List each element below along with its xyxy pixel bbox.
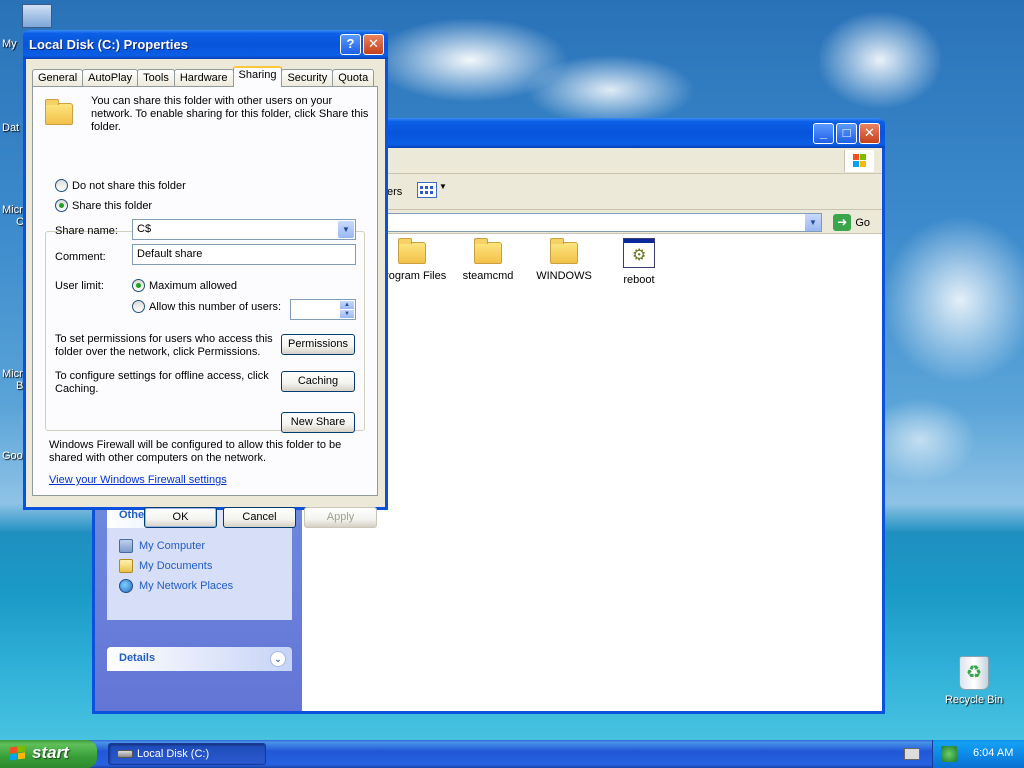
cancel-button[interactable]: Cancel <box>223 507 296 528</box>
details-header[interactable]: Details ⌄ <box>107 647 292 671</box>
tab-hardware[interactable]: Hardware <box>173 69 234 87</box>
minimize-button[interactable]: _ <box>813 123 834 144</box>
help-button[interactable]: ? <box>340 34 361 55</box>
permissions-description: To set permissions for users who access … <box>55 333 273 358</box>
dialog-close-button[interactable]: ✕ <box>363 34 384 55</box>
keyboard-icon[interactable] <box>904 748 920 760</box>
share-name-label: Share name: <box>55 225 118 237</box>
file-item[interactable]: reboot <box>599 238 679 286</box>
properties-dialog: Local Disk (C:) Properties ? ✕ General A… <box>23 30 388 528</box>
caching-description: To configure settings for offline access… <box>55 370 269 395</box>
desktop-icon-label[interactable]: Micr <box>2 368 23 380</box>
views-button[interactable]: ▼ <box>417 182 447 202</box>
task-link-my-computer[interactable]: My Computer <box>107 534 292 554</box>
radio-button-selected[interactable] <box>132 279 145 292</box>
user-count-stepper[interactable]: ▲ ▼ <box>290 299 356 320</box>
folder-icon <box>398 238 426 264</box>
close-button[interactable]: ✕ <box>859 123 880 144</box>
windows-flag-icon <box>10 746 17 754</box>
recycle-bin-label: Recycle Bin <box>944 694 1004 706</box>
start-button[interactable]: start <box>0 740 97 768</box>
tab-quota[interactable]: Quota <box>332 69 375 87</box>
go-label: Go <box>855 216 870 229</box>
permissions-button[interactable]: Permissions <box>281 334 355 355</box>
tab-autoplay[interactable]: AutoPlay <box>82 69 139 87</box>
sharing-panel: You can share this folder with other use… <box>32 86 378 496</box>
shared-folder-icon <box>45 99 75 125</box>
network-places-icon <box>119 579 133 593</box>
chevron-down-icon: ▼ <box>439 182 447 191</box>
clock[interactable]: 6:04 AM <box>973 747 1013 759</box>
expand-down-icon[interactable]: ⌄ <box>270 651 286 667</box>
ok-button[interactable]: OK <box>144 507 217 528</box>
new-share-button[interactable]: New Share <box>281 412 355 433</box>
firewall-description: Windows Firewall will be configured to a… <box>49 439 342 464</box>
recycle-bin[interactable]: Recycle Bin <box>942 656 1006 706</box>
file-item[interactable]: steamcmd <box>448 238 528 282</box>
taskbar-item-local-disk[interactable]: Local Disk (C:) <box>108 743 266 765</box>
radio-button[interactable] <box>132 300 145 313</box>
desktop-icon-label[interactable]: My <box>2 38 17 50</box>
maximize-button[interactable]: □ <box>836 123 857 144</box>
my-computer-icon <box>119 539 133 553</box>
my-documents-icon <box>119 559 133 573</box>
chevron-down-icon[interactable]: ▼ <box>338 221 354 238</box>
radio-share-this-folder[interactable]: Share this folder <box>53 199 155 212</box>
radio-maximum-allowed[interactable]: Maximum allowed <box>132 279 237 292</box>
go-arrow-icon: ➜ <box>833 214 852 231</box>
system-tray: 6:04 AM <box>932 740 1024 768</box>
radio-button[interactable] <box>55 179 68 192</box>
tab-security[interactable]: Security <box>281 69 334 87</box>
comment-label: Comment: <box>55 251 106 263</box>
desktop-icon-label[interactable]: Micr <box>2 204 23 216</box>
tab-sharing[interactable]: Sharing <box>232 66 283 87</box>
address-input[interactable]: ▼ <box>385 213 822 232</box>
taskbar: start Local Disk (C:) 6:04 AM <box>0 740 1024 768</box>
tab-strip: General AutoPlay Tools Hardware Sharing … <box>32 66 375 87</box>
batch-file-icon <box>623 238 655 268</box>
drive-icon <box>117 750 133 758</box>
firewall-settings-link[interactable]: View your Windows Firewall settings <box>49 474 227 486</box>
tab-tools[interactable]: Tools <box>137 69 175 87</box>
network-status-icon[interactable] <box>941 746 957 762</box>
dialog-titlebar[interactable]: Local Disk (C:) Properties ? ✕ <box>23 30 388 59</box>
address-dropdown-icon[interactable]: ▼ <box>805 214 821 231</box>
task-link-my-network-places[interactable]: My Network Places <box>107 574 292 594</box>
apply-button[interactable]: Apply <box>304 507 377 528</box>
windows-logo-icon <box>844 150 874 172</box>
share-name-combo[interactable]: C$ ▼ <box>132 219 356 240</box>
sharing-intro-text: You can share this folder with other use… <box>91 95 369 133</box>
file-item[interactable]: WINDOWS <box>524 238 604 282</box>
toolbar-folders-button[interactable]: ers <box>387 186 402 198</box>
comment-field[interactable]: Default share <box>132 244 356 265</box>
go-button[interactable]: ➜ Go <box>833 214 870 231</box>
desktop-icon-label[interactable]: Dat <box>2 122 19 134</box>
folder-icon <box>474 238 502 264</box>
radio-do-not-share[interactable]: Do not share this folder <box>55 179 186 192</box>
tab-general[interactable]: General <box>32 69 84 87</box>
dialog-title: Local Disk (C:) Properties <box>29 37 188 52</box>
file-list: Program Files steamcmd WINDOWS reboot <box>302 234 882 711</box>
views-icon <box>417 182 437 198</box>
recycle-bin-icon <box>959 656 989 690</box>
radio-button-selected[interactable] <box>55 199 68 212</box>
folder-icon <box>550 238 578 264</box>
caching-button[interactable]: Caching <box>281 371 355 392</box>
user-limit-label: User limit: <box>55 280 104 292</box>
desktop-icon-label[interactable]: Goo <box>2 450 23 462</box>
details-panel: Details ⌄ <box>107 647 292 671</box>
my-computer-desktop-icon[interactable] <box>22 4 52 28</box>
spinner-arrows-icon[interactable]: ▲ ▼ <box>340 301 354 319</box>
task-link-my-documents[interactable]: My Documents <box>107 554 292 574</box>
radio-allow-number[interactable]: Allow this number of users: <box>132 300 281 313</box>
